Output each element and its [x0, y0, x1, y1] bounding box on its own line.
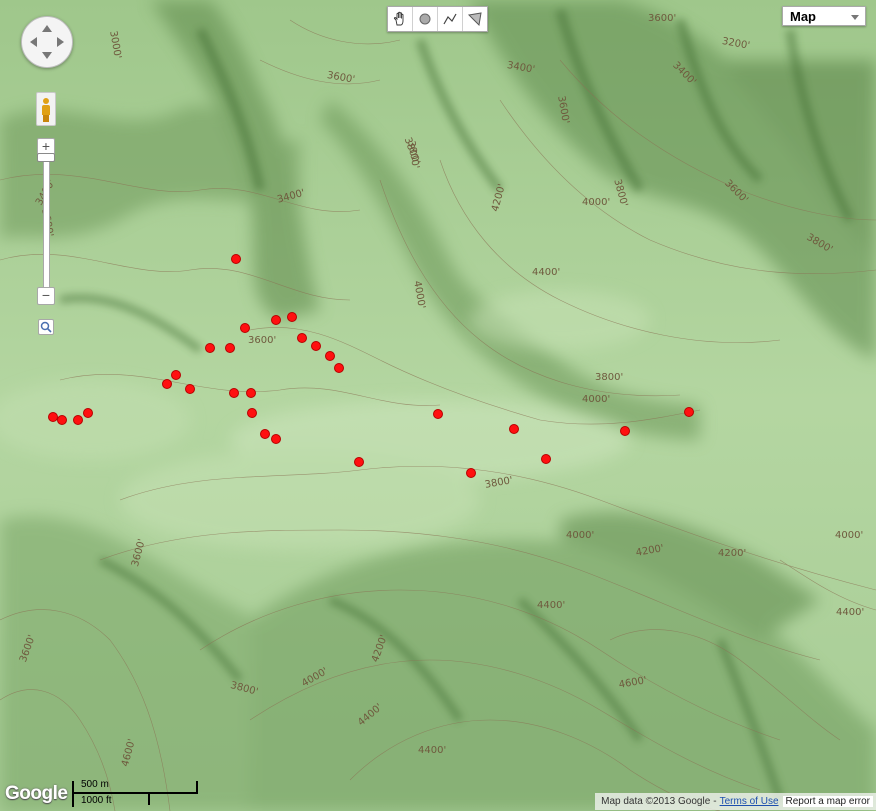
pan-right-icon[interactable]: [57, 37, 64, 47]
map-marker[interactable]: [247, 408, 257, 418]
pan-down-icon[interactable]: [42, 52, 52, 59]
map-marker[interactable]: [466, 468, 476, 478]
line-icon[interactable]: [438, 7, 463, 31]
map-marker[interactable]: [311, 341, 321, 351]
map-marker[interactable]: [162, 379, 172, 389]
pegman-icon[interactable]: [36, 92, 56, 126]
scale-bar: 500 m 1000 ft: [72, 779, 202, 807]
terrain-layer: [0, 0, 876, 811]
map-data-text: Map data ©2013 Google: [601, 796, 711, 807]
map-marker[interactable]: [205, 343, 215, 353]
map-marker[interactable]: [240, 323, 250, 333]
map-marker[interactable]: [325, 351, 335, 361]
circle-marker-icon[interactable]: [413, 7, 438, 31]
map-marker[interactable]: [225, 343, 235, 353]
polygon-icon[interactable]: [463, 7, 487, 31]
report-map-error-link[interactable]: Report a map error: [782, 796, 873, 807]
map-marker[interactable]: [287, 312, 297, 322]
map-marker[interactable]: [620, 426, 630, 436]
map-marker[interactable]: [509, 424, 519, 434]
map-marker[interactable]: [260, 429, 270, 439]
map-marker[interactable]: [171, 370, 181, 380]
map-marker[interactable]: [354, 457, 364, 467]
scale-imperial-label: 1000 ft: [81, 795, 112, 806]
zoom-slider-handle[interactable]: [37, 153, 55, 162]
map-marker[interactable]: [297, 333, 307, 343]
map-marker[interactable]: [433, 409, 443, 419]
zoom-slider-track[interactable]: [43, 156, 50, 288]
pan-control[interactable]: [21, 16, 73, 68]
chevron-down-icon: [851, 15, 859, 20]
map-type-label: Map: [790, 9, 816, 24]
pan-up-icon[interactable]: [42, 25, 52, 32]
map-marker[interactable]: [271, 315, 281, 325]
terms-of-use-link[interactable]: Terms of Use: [720, 796, 779, 807]
map-marker[interactable]: [231, 254, 241, 264]
map-marker[interactable]: [684, 407, 694, 417]
map-marker[interactable]: [271, 434, 281, 444]
map-marker[interactable]: [57, 415, 67, 425]
map-marker[interactable]: [83, 408, 93, 418]
map-marker[interactable]: [229, 388, 239, 398]
map-marker[interactable]: [246, 388, 256, 398]
map-type-dropdown[interactable]: Map: [782, 6, 866, 26]
zoom-out-button[interactable]: −: [37, 287, 55, 305]
map-marker[interactable]: [73, 415, 83, 425]
zoom-area-icon[interactable]: [38, 319, 54, 335]
map-marker[interactable]: [541, 454, 551, 464]
pan-left-icon[interactable]: [30, 37, 37, 47]
map-marker[interactable]: [185, 384, 195, 394]
map-canvas[interactable]: 3000'3600'3400'3800'3600'3400'3200'3400'…: [0, 0, 876, 811]
attribution-bar: Map data ©2013 Google - Terms of Use Report…: [595, 793, 876, 810]
hand-icon[interactable]: [388, 7, 413, 31]
drawing-toolbar: [387, 6, 488, 32]
scale-metric-label: 500 m: [81, 779, 109, 790]
google-logo[interactable]: Google: [5, 783, 68, 805]
map-marker[interactable]: [334, 363, 344, 373]
